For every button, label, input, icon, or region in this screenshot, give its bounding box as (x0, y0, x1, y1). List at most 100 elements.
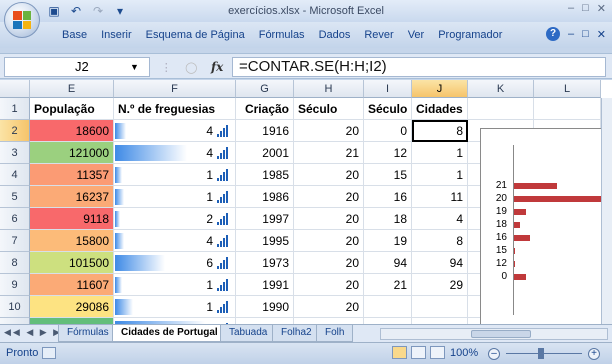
cell[interactable]: 20 (294, 164, 364, 186)
cell[interactable]: 20 (294, 252, 364, 274)
ribbon-minimize-icon[interactable]: – (568, 28, 574, 40)
cell[interactable]: 94 (364, 252, 412, 274)
cell[interactable]: 12 (364, 142, 412, 164)
sheet-tab[interactable]: Folha2 (272, 325, 321, 342)
cell[interactable]: 2001 (236, 142, 294, 164)
ribbon-tab[interactable]: Esquema de Página (146, 29, 245, 41)
cell[interactable]: 101500 (30, 252, 114, 274)
cell[interactable]: 4 (114, 230, 236, 252)
cell[interactable]: 1995 (236, 230, 294, 252)
formula-input[interactable]: =CONTAR.SE(H:H;I2) (232, 57, 606, 77)
name-box[interactable]: J2 (4, 57, 150, 77)
cell[interactable]: 29 (412, 274, 468, 296)
cell[interactable] (468, 98, 534, 120)
sheet-tab[interactable]: Folh (316, 325, 354, 342)
cell[interactable]: 21 (294, 142, 364, 164)
ribbon-tab[interactable]: Base (62, 29, 87, 41)
select-all-corner[interactable] (0, 80, 30, 98)
cell[interactable]: 0 (364, 120, 412, 142)
horizontal-scroll-thumb[interactable] (471, 330, 531, 338)
ribbon-tab[interactable]: Ver (408, 29, 425, 41)
spreadsheet-grid[interactable]: E F G H I J K L 1 População N.º de freguesias Criaç… (0, 80, 612, 324)
office-button[interactable] (4, 2, 40, 38)
column-header[interactable]: F (114, 80, 236, 98)
row-header[interactable]: 3 (0, 142, 30, 164)
cancel-formula-icon[interactable]: ◯ (185, 61, 197, 74)
cell[interactable]: 1985 (236, 164, 294, 186)
cell[interactable]: 11 (412, 186, 468, 208)
cell[interactable] (364, 296, 412, 318)
page-break-view-icon[interactable] (430, 346, 445, 359)
cell[interactable]: População (30, 98, 114, 120)
row-header[interactable]: 1 (0, 98, 30, 120)
cell[interactable]: Criação (236, 98, 294, 120)
cell[interactable]: 9118 (30, 208, 114, 230)
name-box-dropdown-icon[interactable]: ▼ (130, 57, 139, 77)
column-header[interactable]: L (534, 80, 601, 98)
cell[interactable]: 1997 (236, 208, 294, 230)
cell[interactable]: 16237 (30, 186, 114, 208)
ribbon-tab[interactable]: Dados (319, 29, 351, 41)
cell[interactable]: 19 (364, 230, 412, 252)
column-header[interactable]: K (468, 80, 534, 98)
cell[interactable]: 16 (364, 186, 412, 208)
cell[interactable] (534, 98, 601, 120)
normal-view-icon[interactable] (392, 346, 407, 359)
cell[interactable]: Século (294, 98, 364, 120)
cell[interactable]: 11357 (30, 164, 114, 186)
row-header[interactable]: 2 (0, 120, 30, 142)
cell[interactable]: 20 (294, 186, 364, 208)
ribbon-close-icon[interactable]: ✕ (597, 28, 606, 41)
row-header[interactable]: 5 (0, 186, 30, 208)
zoom-in-icon[interactable]: + (588, 348, 600, 360)
sheet-tab[interactable]: Cidades de Portugal (112, 325, 227, 342)
cell[interactable]: Século (364, 98, 412, 120)
vertical-scrollbar[interactable] (601, 98, 612, 324)
row-header[interactable]: 10 (0, 296, 30, 318)
page-layout-view-icon[interactable] (411, 346, 426, 359)
row-header[interactable]: 9 (0, 274, 30, 296)
ribbon-tab[interactable]: Rever (364, 29, 393, 41)
row-header[interactable]: 6 (0, 208, 30, 230)
fx-icon[interactable]: fx (211, 60, 223, 74)
cell[interactable]: 20 (294, 120, 364, 142)
sheet-tab[interactable]: Fórmulas (58, 325, 118, 342)
minimize-icon[interactable]: – (568, 2, 574, 15)
horizontal-scrollbar[interactable] (380, 328, 608, 340)
column-header[interactable]: I (364, 80, 412, 98)
cell[interactable]: 21 (364, 274, 412, 296)
zoom-slider[interactable]: – + (488, 348, 600, 360)
close-icon[interactable]: ✕ (597, 2, 606, 15)
row-header[interactable]: 4 (0, 164, 30, 186)
row-header[interactable]: 8 (0, 252, 30, 274)
zoom-level[interactable]: 100% (450, 347, 478, 359)
cell[interactable]: 20 (294, 296, 364, 318)
ribbon-tab[interactable]: Programador (438, 29, 502, 41)
zoom-out-icon[interactable]: – (488, 348, 500, 360)
ribbon-tab[interactable]: Fórmulas (259, 29, 305, 41)
cell[interactable]: 18600 (30, 120, 114, 142)
cell[interactable]: 29086 (30, 296, 114, 318)
cell[interactable]: 1 (114, 164, 236, 186)
macro-recording-icon[interactable] (42, 347, 56, 359)
cell[interactable]: 1 (114, 186, 236, 208)
sheet-tab[interactable]: Tabuada (220, 325, 277, 342)
cell[interactable]: 94 (412, 252, 468, 274)
column-header[interactable]: G (236, 80, 294, 98)
column-header[interactable]: H (294, 80, 364, 98)
cell[interactable]: 20 (294, 208, 364, 230)
cell[interactable] (412, 296, 468, 318)
cell[interactable]: 11607 (30, 274, 114, 296)
ribbon-tab[interactable]: Inserir (101, 29, 132, 41)
cell[interactable]: 1986 (236, 186, 294, 208)
cell[interactable]: 4 (412, 208, 468, 230)
cell[interactable]: 1 (114, 274, 236, 296)
zoom-knob[interactable] (538, 348, 544, 359)
cell[interactable]: Cidades (412, 98, 468, 120)
maximize-icon[interactable]: □ (582, 2, 589, 15)
cell[interactable]: 1 (412, 164, 468, 186)
column-header[interactable]: J (412, 80, 468, 98)
cell[interactable]: 6 (114, 252, 236, 274)
cell[interactable]: 4 (114, 142, 236, 164)
cell[interactable]: 1991 (236, 274, 294, 296)
